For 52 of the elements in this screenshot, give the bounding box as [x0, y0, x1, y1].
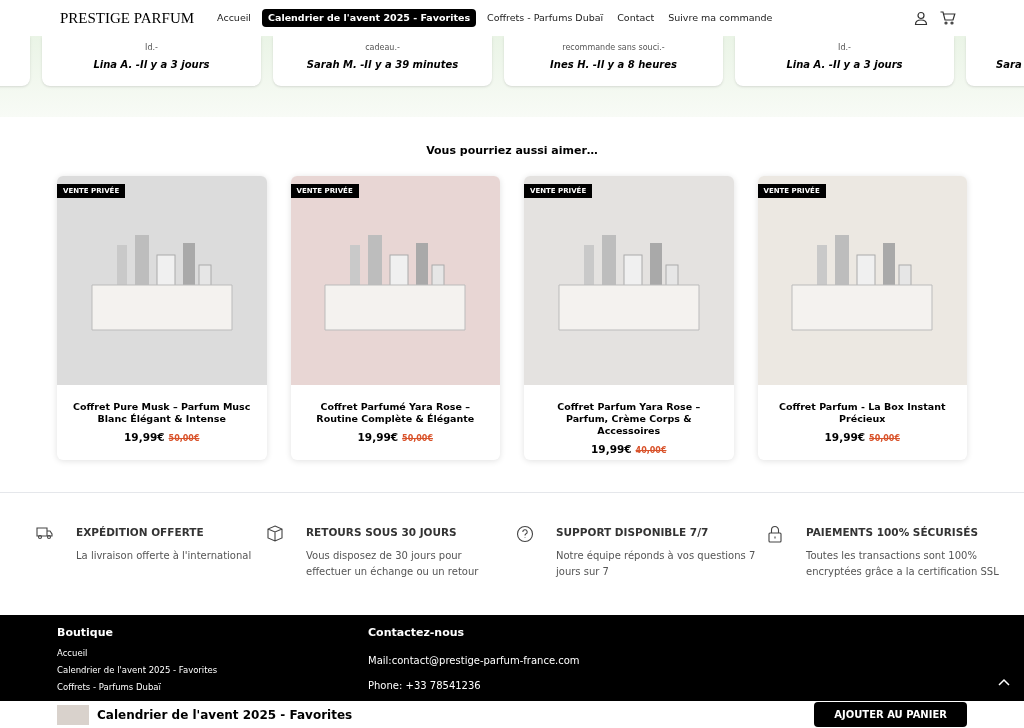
logo[interactable]: PRESTIGE PARFUM	[60, 6, 195, 30]
product-name[interactable]: Coffret Pure Musk – Parfum Musc Blanc Élégant & Intense	[57, 400, 267, 425]
price: 19,99€	[357, 429, 399, 445]
product-name[interactable]: Coffret Parfumé Yara Rose – Routine Complète & Élégante	[290, 400, 500, 425]
review-text: Id.-	[145, 44, 158, 52]
box-icon	[266, 524, 284, 543]
feature-text: Toutes les transactions sont 100% encryptées grâce a la certification SSL	[806, 549, 1000, 580]
account-icon[interactable]	[914, 11, 928, 25]
product-thumbnail	[57, 704, 89, 725]
feature-title: EXPÉDITION OFFERTE	[76, 524, 204, 540]
review-author: Lina A. -Il y a 3 jours	[93, 58, 210, 72]
review-text: cadeau.-	[365, 44, 400, 52]
nav-link[interactable]: Contact	[614, 8, 658, 28]
feature-title: SUPPORT DISPONIBLE 7/7	[556, 524, 709, 540]
feature-text: Vous disposez de 30 jours pour effectuer un échange ou un retour	[306, 549, 480, 580]
footer-link[interactable]: Coffrets - Parfums Dubaï	[57, 680, 368, 694]
review-author: Lina A. -Il y a 3 jours	[786, 58, 903, 72]
price: 19,99€	[824, 429, 866, 445]
lock-icon	[766, 524, 784, 543]
footer-link[interactable]: Calendrier de l'avent 2025 - Favorites	[57, 663, 368, 677]
scroll-top-icon[interactable]	[998, 678, 1010, 686]
old-price: 50,00€	[168, 432, 200, 445]
contact-text: Phone: +33 78541236	[368, 679, 482, 693]
feature-title: RETOURS SOUS 30 JOURS	[306, 524, 457, 540]
footer-link[interactable]: Accueil	[57, 647, 368, 660]
product-title: Calendrier de l'avent 2025 - Favorites	[97, 706, 353, 724]
footer-heading: Boutique	[57, 624, 114, 641]
cart-icon[interactable]	[940, 11, 956, 25]
review-text: recommande sans souci.-	[562, 44, 665, 52]
help-icon	[516, 524, 534, 543]
section-title: Vous pourriez aussi aimer…	[425, 143, 599, 159]
price: 19,99€	[124, 429, 165, 445]
contact-text: Mail:contact@prestige-parfum-france.com	[368, 654, 580, 668]
old-price: 50,00€	[402, 432, 433, 445]
feature-text: Notre équipe réponds à vos questions 7 jours sur 7	[556, 549, 756, 580]
product-name[interactable]: Coffret Parfum Yara Rose – Parfum, Crème Corps & Accessoires	[524, 400, 734, 437]
review-text: Id.-	[838, 44, 851, 52]
price: 19,99€	[591, 441, 632, 457]
nav-link[interactable]: Suivre ma commande	[665, 8, 776, 28]
nav-link[interactable]: Calendrier de l'avent 2025 - Favorites	[262, 8, 477, 28]
review-author: Sarah M. -Il y a 39 minutes	[306, 58, 459, 72]
feature-text: La livraison offerte à l'international	[76, 549, 252, 564]
add-to-cart-button[interactable]: AJOUTER AU PANIER	[814, 702, 967, 727]
nav-link[interactable]: Coffrets - Parfums Dubaï	[484, 8, 607, 28]
review-author: Sara	[996, 58, 1022, 72]
old-price: 40,00€	[635, 444, 667, 457]
feature-title: PAIEMENTS 100% SÉCURISÉS	[806, 524, 979, 540]
nav-link[interactable]: Accueil	[214, 8, 254, 28]
footer-heading: Contactez-nous	[368, 624, 466, 641]
review-author: Ines H. -Il y a 8 heures	[550, 58, 677, 72]
product-name[interactable]: Coffret Parfum - La Box Instant Précieux	[757, 400, 967, 425]
old-price: 50,00€	[869, 432, 900, 445]
